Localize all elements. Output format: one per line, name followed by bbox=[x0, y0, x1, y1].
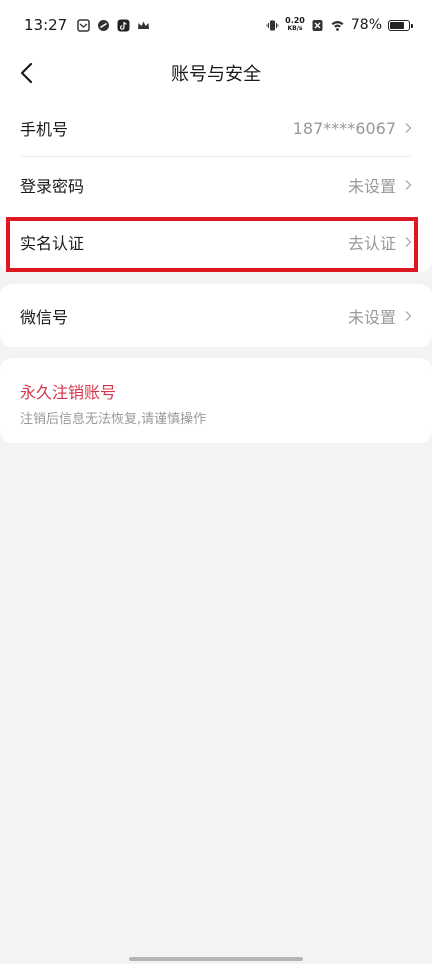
battery-icon bbox=[388, 19, 413, 31]
tiktok-icon bbox=[117, 19, 130, 31]
account-security-screen: 13:27 0.20 KB/s 78% 账号与安全 手机号 187****606… bbox=[0, 0, 432, 964]
status-time: 13:27 bbox=[24, 16, 68, 34]
link-icon bbox=[98, 19, 110, 31]
login-password-row[interactable]: 登录密码 未设置 bbox=[20, 157, 412, 213]
login-password-label: 登录密码 bbox=[20, 177, 85, 196]
real-name-verification-label: 实名认证 bbox=[20, 234, 85, 253]
page-title: 账号与安全 bbox=[171, 64, 261, 85]
chevron-right-icon bbox=[405, 180, 412, 190]
home-indicator[interactable] bbox=[129, 957, 303, 961]
wechat-row[interactable]: 微信号 未设置 bbox=[20, 288, 412, 344]
status-left: 13:27 bbox=[24, 16, 150, 34]
net-speed: 0.20 KB/s bbox=[285, 17, 305, 33]
phone-number-label: 手机号 bbox=[20, 120, 69, 139]
account-info-card: 手机号 187****6067 登录密码 未设置 实名认证 去认证 bbox=[0, 96, 432, 272]
chevron-right-icon bbox=[405, 311, 412, 321]
phone-number-value: 187****6067 bbox=[292, 118, 396, 138]
status-bar: 13:27 0.20 KB/s 78% bbox=[0, 0, 432, 50]
wifi-icon bbox=[331, 20, 344, 31]
login-password-value: 未设置 bbox=[347, 177, 396, 196]
cancel-account-card[interactable]: 永久注销账号 注销后信息无法恢复,请谨慎操作 bbox=[0, 358, 432, 443]
net-speed-unit: KB/s bbox=[287, 25, 303, 32]
real-name-verification-value: 去认证 bbox=[347, 234, 396, 253]
chevron-right-icon bbox=[405, 237, 412, 247]
phone-number-row[interactable]: 手机号 187****6067 bbox=[20, 100, 412, 156]
back-arrow-icon[interactable] bbox=[14, 59, 42, 87]
wechat-right: 未设置 bbox=[348, 304, 412, 328]
wechat-label: 微信号 bbox=[20, 308, 69, 327]
wechat-card: 微信号 未设置 bbox=[0, 284, 432, 347]
wechat-value: 未设置 bbox=[347, 308, 396, 327]
cancel-account-title: 永久注销账号 bbox=[20, 383, 117, 402]
real-name-verification-row[interactable]: 实名认证 去认证 bbox=[20, 214, 412, 270]
navigation-header: 账号与安全 bbox=[0, 50, 432, 96]
net-speed-value: 0.20 bbox=[285, 16, 305, 25]
crown-icon bbox=[138, 21, 150, 29]
real-name-verification-right: 去认证 bbox=[348, 230, 412, 254]
battery-fill bbox=[390, 21, 405, 29]
login-password-right: 未设置 bbox=[348, 173, 412, 197]
sim-off-icon bbox=[312, 19, 323, 31]
mail-icon bbox=[77, 18, 90, 32]
phone-number-right: 187****6067 bbox=[293, 119, 412, 138]
vibrate-icon bbox=[266, 20, 279, 30]
status-right: 0.20 KB/s 78% bbox=[266, 17, 413, 33]
cancel-account-subtitle: 注销后信息无法恢复,请谨慎操作 bbox=[20, 412, 207, 427]
battery-percent: 78% bbox=[350, 17, 382, 33]
chevron-right-icon bbox=[405, 123, 412, 133]
